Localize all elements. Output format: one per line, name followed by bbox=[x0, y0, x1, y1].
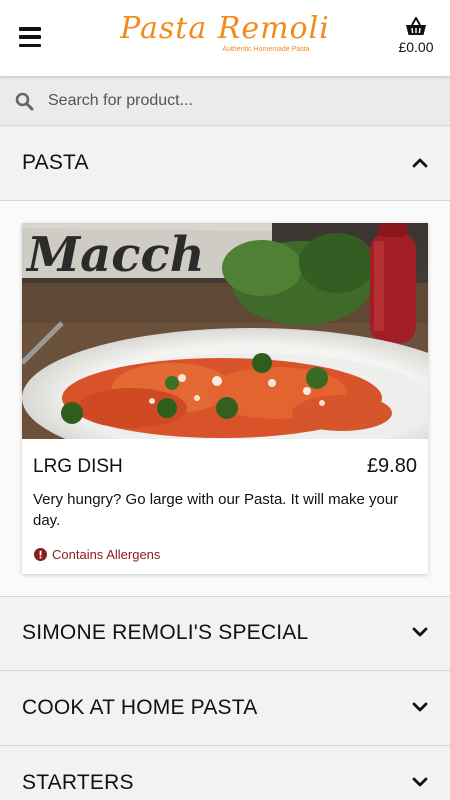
product-name: LRG DISH bbox=[33, 456, 123, 477]
category-title: SIMONE REMOLI'S SPECIAL bbox=[22, 621, 309, 644]
logo-tagline: Authentic Homemade Pasta bbox=[222, 46, 310, 53]
category-title: COOK AT HOME PASTA bbox=[22, 696, 258, 719]
product-description: Very hungry? Go large with our Pasta. It… bbox=[33, 491, 399, 529]
warning-icon bbox=[34, 548, 47, 561]
search-bar bbox=[0, 76, 450, 126]
product-list: Macch LRG DISH £9.80 Very hungry? Go lar… bbox=[0, 201, 450, 597]
category-simone-remolis-special[interactable]: SIMONE REMOLI'S SPECIAL bbox=[0, 597, 450, 671]
logo-text: Pasta Remoli bbox=[120, 11, 330, 46]
search-input[interactable] bbox=[48, 86, 428, 116]
allergen-label: Contains Allergens bbox=[52, 547, 161, 562]
brand-logo[interactable]: Pasta Remoli Authentic Homemade Pasta bbox=[0, 12, 450, 54]
app-header: Pasta Remoli Authentic Homemade Pasta £0… bbox=[0, 0, 450, 76]
chevron-down-icon[interactable] bbox=[412, 702, 428, 713]
search-icon bbox=[15, 92, 34, 111]
chevron-down-icon[interactable] bbox=[412, 777, 428, 788]
category-cook-at-home-pasta[interactable]: COOK AT HOME PASTA bbox=[0, 672, 450, 746]
allergen-info[interactable]: Contains Allergens bbox=[34, 547, 160, 562]
basket-button[interactable]: £0.00 bbox=[396, 17, 436, 55]
basket-total: £0.00 bbox=[398, 39, 434, 55]
product-card[interactable]: Macch LRG DISH £9.80 Very hungry? Go lar… bbox=[22, 223, 428, 574]
category-title: PASTA bbox=[22, 151, 89, 174]
category-title: STARTERS bbox=[22, 771, 134, 794]
category-starters[interactable]: STARTERS bbox=[0, 747, 450, 800]
basket-icon bbox=[406, 17, 426, 35]
product-image: Macch bbox=[22, 223, 428, 439]
category-pasta[interactable]: PASTA bbox=[0, 127, 450, 201]
svg-text:Macch: Macch bbox=[25, 227, 205, 283]
chevron-up-icon[interactable] bbox=[412, 157, 428, 168]
product-price: £9.80 bbox=[366, 455, 417, 477]
chevron-down-icon[interactable] bbox=[412, 627, 428, 638]
